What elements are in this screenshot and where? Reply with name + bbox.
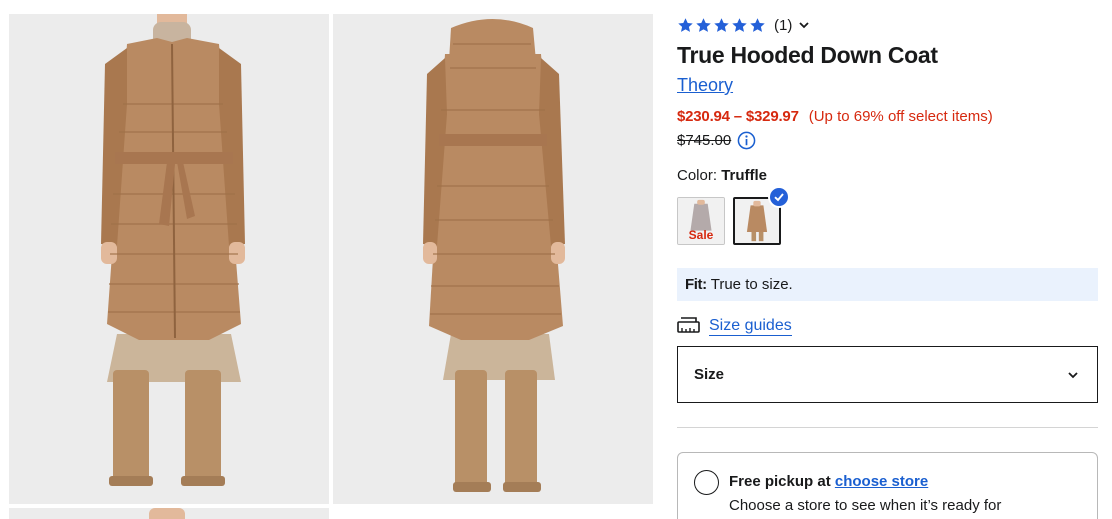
size-guides-link[interactable]: Size guides bbox=[709, 317, 792, 336]
choose-store-link[interactable]: choose store bbox=[835, 473, 928, 490]
fit-label: Fit: bbox=[685, 276, 707, 293]
coat-front-illustration bbox=[9, 14, 329, 504]
selected-check-icon bbox=[768, 186, 790, 208]
size-guides-row[interactable]: Size guides bbox=[677, 314, 1098, 338]
original-price-row: $745.00 bbox=[677, 130, 1098, 150]
original-price: $745.00 bbox=[677, 131, 732, 149]
chevron-down-icon bbox=[1068, 371, 1078, 378]
ruler-icon bbox=[677, 317, 700, 333]
pickup-subtext: Choose a store to see when it’s ready fo… bbox=[729, 497, 1002, 514]
size-dropdown[interactable]: Size bbox=[677, 346, 1098, 403]
fit-value: True to size. bbox=[710, 276, 793, 293]
star-icon bbox=[696, 17, 711, 32]
rating-summary[interactable]: (1) bbox=[677, 14, 1098, 36]
pickup-prefix: Free pickup at bbox=[729, 473, 831, 490]
product-image-back[interactable] bbox=[333, 14, 653, 504]
star-icon bbox=[750, 17, 765, 32]
product-image-front[interactable] bbox=[9, 14, 329, 504]
promo-text: (Up to 69% off select items) bbox=[808, 108, 993, 125]
product-title: True Hooded Down Coat bbox=[677, 42, 938, 68]
star-icon bbox=[678, 17, 693, 32]
sale-badge: Sale bbox=[688, 228, 714, 242]
pickup-title: Free pickup at choose store bbox=[729, 473, 928, 490]
chevron-down-icon[interactable] bbox=[798, 19, 810, 31]
pickup-radio[interactable] bbox=[694, 470, 719, 495]
swatch-grey[interactable]: Sale bbox=[677, 197, 725, 245]
product-details-panel: (1) True Hooded Down Coat Theory $230.94… bbox=[677, 14, 1098, 519]
color-swatches: Sale bbox=[677, 186, 1098, 248]
sale-price-range: $230.94 – $329.97 bbox=[677, 108, 799, 125]
info-icon[interactable] bbox=[737, 131, 756, 150]
size-dropdown-label: Size bbox=[694, 366, 725, 383]
section-divider bbox=[677, 427, 1098, 428]
star-icon bbox=[714, 17, 729, 32]
coat-third-illustration bbox=[9, 508, 329, 519]
color-label-key: Color: bbox=[677, 167, 718, 184]
selected-color-name: Truffle bbox=[721, 167, 768, 184]
product-image-third[interactable] bbox=[9, 508, 329, 519]
star-rating bbox=[677, 17, 766, 34]
star-icon bbox=[732, 17, 747, 32]
coat-back-illustration bbox=[333, 14, 653, 504]
color-label: Color: Truffle bbox=[677, 166, 1098, 186]
rating-count[interactable]: (1) bbox=[774, 17, 792, 34]
price-row: $230.94 – $329.97 (Up to 69% off select … bbox=[677, 107, 1098, 127]
brand-link[interactable]: Theory bbox=[677, 73, 733, 97]
pickup-option[interactable]: Free pickup at choose store Choose a sto… bbox=[677, 452, 1098, 519]
fit-note: Fit: True to size. bbox=[677, 268, 1098, 301]
